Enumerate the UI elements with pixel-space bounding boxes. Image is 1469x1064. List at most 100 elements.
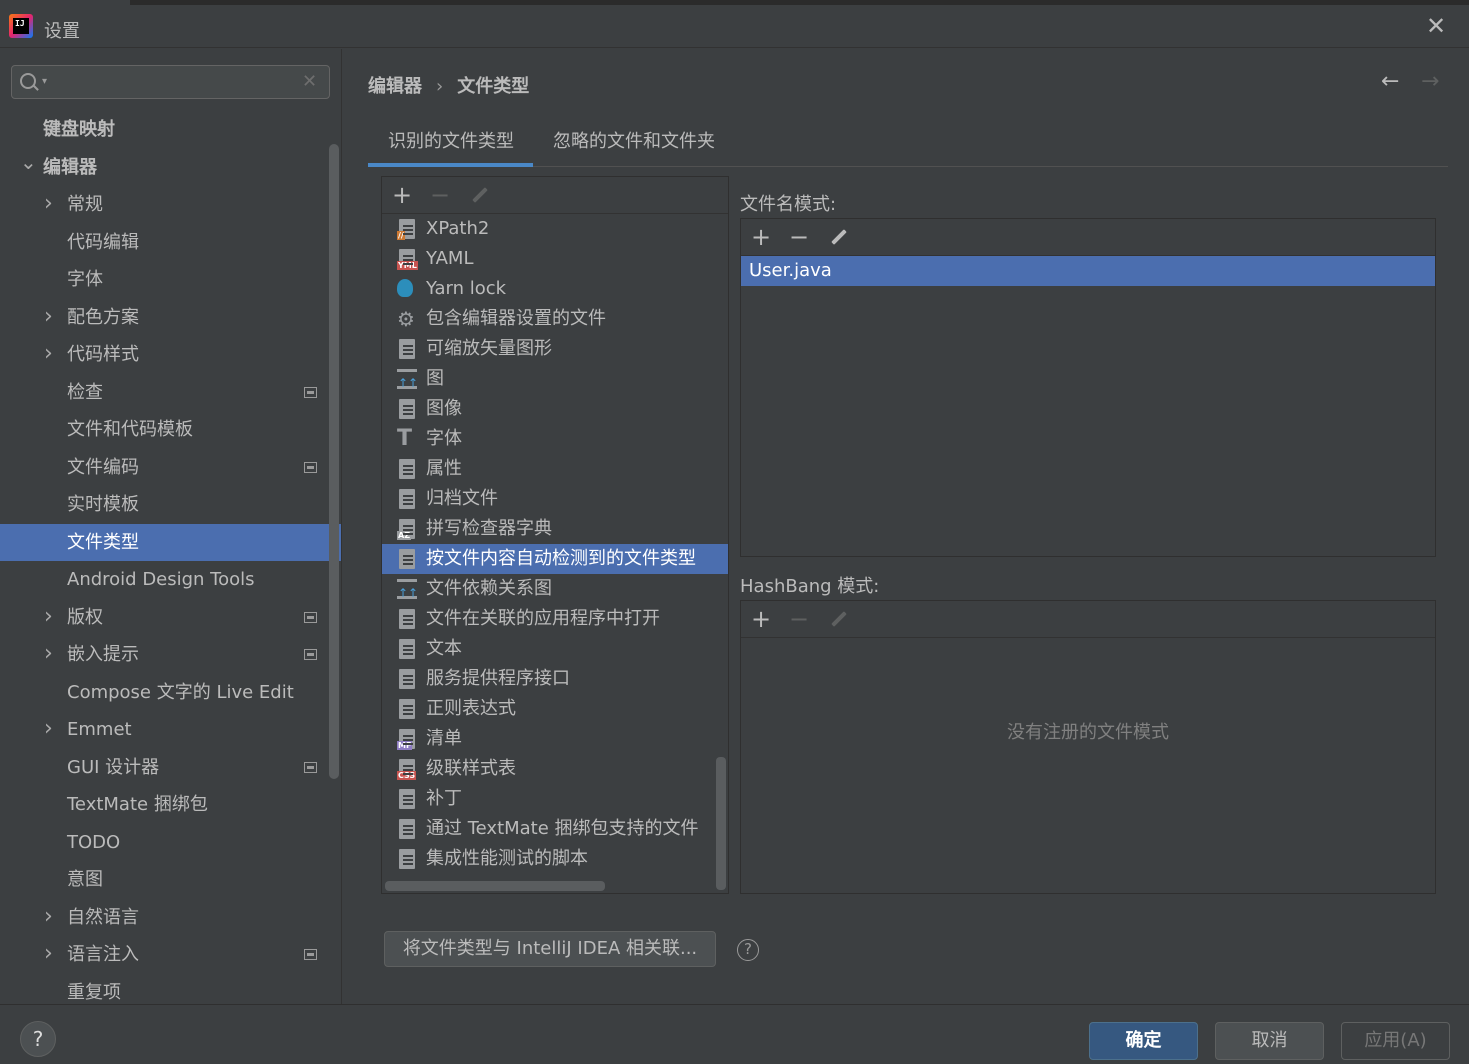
archive-file-icon bbox=[399, 489, 415, 509]
sidebar-item-label: 重复项 bbox=[67, 981, 121, 1003]
chevron-right-icon[interactable]: › bbox=[44, 298, 58, 336]
chevron-right-icon[interactable]: › bbox=[44, 598, 58, 636]
sidebar-item[interactable]: 文件类型 bbox=[0, 523, 341, 561]
sidebar-item[interactable]: 文件和代码模板 bbox=[0, 411, 341, 449]
file-type-item[interactable]: CSS 级联样式表 bbox=[382, 754, 728, 784]
sidebar-item[interactable]: TODO bbox=[0, 824, 341, 862]
file-type-item[interactable]: 文本 bbox=[382, 634, 728, 664]
ok-button[interactable]: 确定 bbox=[1089, 1022, 1198, 1060]
sidebar-item[interactable]: GUI 设计器 bbox=[0, 749, 341, 787]
file-type-item[interactable]: MF 清单 bbox=[382, 724, 728, 754]
file-types-horizontal-scrollbar[interactable] bbox=[385, 881, 605, 891]
chevron-right-icon[interactable]: › bbox=[44, 710, 58, 748]
file-type-item[interactable]: 服务提供程序接口 bbox=[382, 664, 728, 694]
sidebar-item[interactable]: › 配色方案 bbox=[0, 298, 341, 337]
remove-pattern-icon[interactable]: − bbox=[787, 224, 811, 250]
file-type-item[interactable]: AZ 拼写检查器字典 bbox=[382, 514, 728, 544]
file-type-item[interactable]: 正则表达式 bbox=[382, 694, 728, 724]
chevron-right-icon[interactable]: › bbox=[44, 898, 58, 936]
sidebar-item[interactable]: › 语言注入 bbox=[0, 935, 341, 974]
breadcrumb-current: 文件类型 bbox=[457, 76, 530, 97]
sidebar-item[interactable]: 重复项 bbox=[0, 974, 341, 1005]
file-type-item[interactable]: Yarn lock bbox=[382, 274, 728, 304]
add-pattern-icon[interactable]: + bbox=[749, 224, 773, 250]
sidebar-item-label: 自然语言 bbox=[67, 906, 139, 928]
file-type-item[interactable]: 按文件内容自动检测到的文件类型 bbox=[382, 544, 728, 574]
file-type-item[interactable]: ↑↑ 文件依赖关系图 bbox=[382, 574, 728, 604]
associate-file-types-button[interactable]: 将文件类型与 IntelliJ IDEA 相关联... bbox=[384, 931, 716, 967]
file-type-item[interactable]: ⚙ 包含编辑器设置的文件 bbox=[382, 304, 728, 334]
search-icon bbox=[20, 73, 36, 89]
file-types-vertical-scrollbar[interactable] bbox=[716, 757, 726, 890]
tab-recognized-file-types[interactable]: 识别的文件类型 bbox=[368, 122, 533, 167]
sidebar-item[interactable]: 文件编码 bbox=[0, 449, 341, 487]
pattern-row[interactable]: User.java bbox=[741, 256, 1435, 286]
file-type-item[interactable]: T 字体 bbox=[382, 424, 728, 454]
file-type-label: 字体 bbox=[426, 428, 462, 449]
project-scope-icon bbox=[304, 461, 317, 473]
file-type-item[interactable]: YML YAML bbox=[382, 244, 728, 274]
file-type-label: 集成性能测试的脚本 bbox=[426, 848, 588, 869]
sidebar-item[interactable]: 实时模板 bbox=[0, 486, 341, 524]
edit-pattern-pencil-icon[interactable] bbox=[827, 224, 851, 250]
file-type-item[interactable]: 集成性能测试的脚本 bbox=[382, 844, 728, 874]
chevron-right-icon[interactable]: › bbox=[44, 635, 58, 673]
file-type-item[interactable]: 补丁 bbox=[382, 784, 728, 814]
file-type-item[interactable]: 属性 bbox=[382, 454, 728, 484]
chevron-right-icon[interactable]: › bbox=[44, 185, 58, 223]
dialog-footer: ? 确定 取消 应用(A) bbox=[0, 1004, 1469, 1064]
file-type-item[interactable]: 文件在关联的应用程序中打开 bbox=[382, 604, 728, 634]
add-hashbang-icon[interactable]: + bbox=[749, 606, 773, 632]
file-types-items: // XPath2 YML YAML Yarn lock ⚙ 包含编辑器设置的文件 可缩放矢量… bbox=[382, 214, 728, 874]
file-type-item[interactable]: 通过 TextMate 捆绑包支持的文件 bbox=[382, 814, 728, 844]
filename-patterns-label: 文件名模式: bbox=[740, 194, 837, 215]
file-type-label: 图 bbox=[426, 368, 444, 389]
file-type-item[interactable]: 归档文件 bbox=[382, 484, 728, 514]
chevron-down-icon[interactable]: ⌄ bbox=[20, 144, 37, 182]
sidebar-scrollbar[interactable] bbox=[329, 144, 339, 779]
back-arrow-icon[interactable]: ← bbox=[1381, 69, 1399, 94]
settings-tree: 键盘映射 ⌄ 编辑器 › 常规代码编辑字体 › 配色方案 › 代码样式检查文件和代码模板 文件编码… bbox=[0, 111, 341, 1005]
file-type-item[interactable]: 可缩放矢量图形 bbox=[382, 334, 728, 364]
file-type-label: 级联样式表 bbox=[426, 758, 516, 779]
close-icon[interactable]: ✕ bbox=[1424, 14, 1448, 38]
sidebar-item[interactable]: › 常规 bbox=[0, 185, 341, 224]
add-icon[interactable]: + bbox=[390, 182, 414, 208]
clear-search-icon[interactable]: ✕ bbox=[302, 71, 317, 92]
sidebar-item-label: 检查 bbox=[67, 381, 103, 403]
sidebar-item[interactable]: TextMate 捆绑包 bbox=[0, 786, 341, 824]
chevron-right-icon[interactable]: › bbox=[44, 935, 58, 973]
user-file-icon bbox=[399, 609, 415, 629]
sidebar-item[interactable]: Compose 文字的 Live Edit bbox=[0, 674, 341, 712]
remove-hashbang-icon: − bbox=[788, 605, 810, 633]
sidebar-item[interactable]: 代码编辑 bbox=[0, 224, 341, 262]
sidebar-item[interactable]: 键盘映射 bbox=[0, 111, 341, 149]
sidebar-item[interactable]: › 代码样式 bbox=[0, 335, 341, 374]
manifest-file-icon: MF bbox=[397, 729, 415, 750]
dictionary-file-icon: AZ bbox=[397, 519, 415, 540]
sidebar-item-label: 代码编辑 bbox=[67, 231, 139, 253]
help-button[interactable]: ? bbox=[20, 1021, 56, 1057]
search-history-dropdown-icon[interactable]: ▾ bbox=[42, 76, 47, 87]
file-type-label: 包含编辑器设置的文件 bbox=[426, 308, 606, 329]
search-input[interactable]: ▾ ✕ bbox=[11, 65, 330, 99]
sidebar-item-label: Compose 文字的 Live Edit bbox=[67, 681, 294, 703]
cancel-button[interactable]: 取消 bbox=[1215, 1022, 1324, 1060]
sidebar-item[interactable]: › 自然语言 bbox=[0, 898, 341, 937]
sidebar-item[interactable]: 字体 bbox=[0, 261, 341, 299]
breadcrumb-parent[interactable]: 编辑器 bbox=[368, 76, 422, 97]
sidebar-item[interactable]: › 嵌入提示 bbox=[0, 635, 341, 674]
chevron-right-icon[interactable]: › bbox=[44, 335, 58, 373]
sidebar-item[interactable]: 意图 bbox=[0, 861, 341, 899]
help-icon[interactable]: ? bbox=[737, 939, 759, 961]
sidebar-item[interactable]: › Emmet bbox=[0, 710, 341, 749]
file-type-item[interactable]: ↑↑ 图 bbox=[382, 364, 728, 394]
diagram-icon: ↑↑ bbox=[397, 579, 418, 600]
tab-ignored-files-and-folders[interactable]: 忽略的文件和文件夹 bbox=[553, 122, 715, 167]
sidebar-item[interactable]: 检查 bbox=[0, 374, 341, 412]
sidebar-item[interactable]: ⌄ 编辑器 bbox=[0, 149, 341, 187]
file-type-item[interactable]: 图像 bbox=[382, 394, 728, 424]
sidebar-item[interactable]: Android Design Tools bbox=[0, 561, 341, 599]
sidebar-item[interactable]: › 版权 bbox=[0, 598, 341, 637]
file-type-item[interactable]: // XPath2 bbox=[382, 214, 728, 244]
